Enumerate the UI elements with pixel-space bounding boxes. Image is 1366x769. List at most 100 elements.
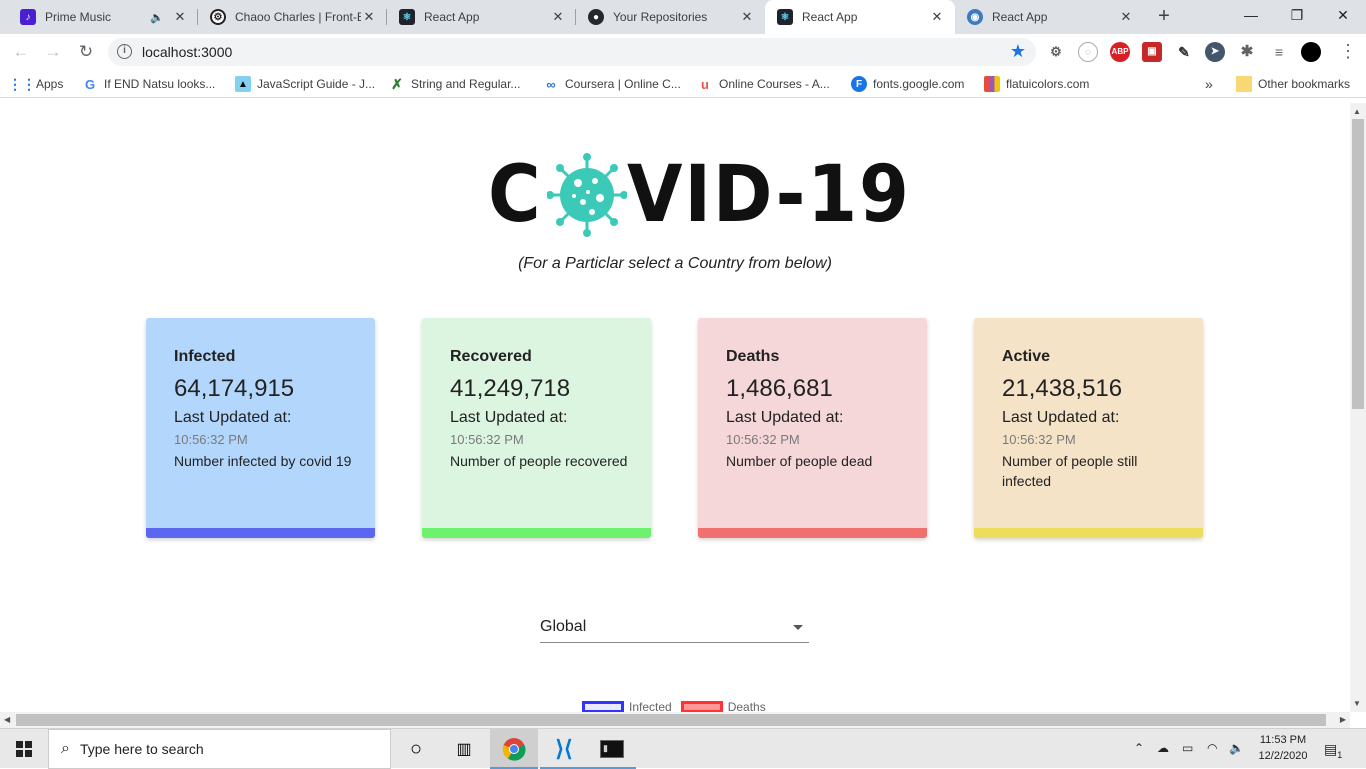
- onedrive-sync-icon[interactable]: ☁: [1157, 741, 1169, 755]
- card-label: Recovered: [450, 348, 532, 365]
- card-accent-bar: [974, 528, 1203, 538]
- url-text[interactable]: localhost:3000: [142, 44, 232, 60]
- cortana-icon[interactable]: ○: [392, 729, 440, 769]
- color-picker-icon[interactable]: ✎: [1174, 42, 1194, 62]
- tab-chaoo-charles[interactable]: ⚙ Chaoo Charles | Front-E ✕: [198, 0, 387, 34]
- card-description: Number of people dead: [726, 453, 873, 469]
- card-description: Number of people still infected: [1002, 453, 1138, 489]
- bookmark-natsu[interactable]: G If END Natsu looks...: [82, 75, 215, 93]
- card-value: 1,486,681: [726, 375, 833, 402]
- windows-start-icon[interactable]: [0, 729, 48, 769]
- bookmarks-overflow-button[interactable]: »: [1205, 75, 1213, 93]
- site-info-icon[interactable]: i: [117, 44, 132, 59]
- tab-prime-music[interactable]: ♪ Prime Music 🔈 ✕: [8, 0, 198, 34]
- card-updated-label: Last Updated at:: [1002, 409, 1120, 426]
- virus-icon: [547, 153, 628, 237]
- tab-title: Chaoo Charles | Front-E: [235, 10, 361, 24]
- back-arrow-icon[interactable]: ←: [9, 40, 33, 64]
- extension-cursor-icon[interactable]: ➤: [1205, 42, 1225, 62]
- close-tab-icon[interactable]: ✕: [739, 9, 755, 25]
- scroll-down-arrow-icon[interactable]: ▼: [1353, 699, 1361, 708]
- wifi-icon[interactable]: ◠: [1207, 741, 1217, 755]
- scroll-left-arrow-icon[interactable]: ◀: [4, 715, 10, 724]
- bookmark-label: Coursera | Online C...: [565, 77, 681, 91]
- scroll-right-arrow-icon[interactable]: ▶: [1340, 715, 1346, 724]
- notification-center-icon[interactable]: ▤1: [1324, 741, 1342, 760]
- new-tab-button[interactable]: +: [1152, 5, 1176, 29]
- mdn-icon: ▲: [235, 76, 251, 92]
- bookmark-string-regex[interactable]: ✗ String and Regular...: [389, 75, 520, 93]
- tab-react-app-3[interactable]: ◉ React App ✕: [955, 0, 1144, 34]
- close-tab-icon[interactable]: ✕: [929, 9, 945, 25]
- extension-circle-icon[interactable]: ◌: [1078, 42, 1098, 62]
- card-accent-bar: [146, 528, 375, 538]
- vertical-scrollbar[interactable]: ▲ ▼: [1350, 103, 1366, 712]
- dropdown-caret-icon[interactable]: [793, 625, 803, 630]
- vertical-scroll-thumb[interactable]: [1352, 119, 1364, 409]
- battery-icon[interactable]: ▭: [1182, 741, 1193, 755]
- close-tab-icon[interactable]: ✕: [550, 9, 566, 25]
- bookmarks-bar: ⋮⋮ Apps G If END Natsu looks... ▲ JavaSc…: [0, 70, 1366, 98]
- close-tab-icon[interactable]: ✕: [172, 9, 188, 25]
- tab-strip: ♪ Prime Music 🔈 ✕ ⚙ Chaoo Charles | Fron…: [0, 0, 1366, 34]
- task-view-icon[interactable]: ▥: [440, 729, 488, 769]
- tab-title: React App: [802, 10, 858, 24]
- card-description: Number of people recovered: [450, 453, 628, 469]
- browser-menu-icon[interactable]: ⋮: [1338, 42, 1358, 62]
- extensions-puzzle-icon[interactable]: ✱: [1237, 42, 1257, 62]
- country-select-value[interactable]: Global: [540, 618, 586, 636]
- clock-date: 12/2/2020: [1258, 750, 1308, 762]
- card-updated-label: Last Updated at:: [450, 409, 568, 426]
- bookmark-other[interactable]: Other bookmarks: [1236, 75, 1350, 93]
- extension-bike-icon[interactable]: ⚙: [1046, 42, 1066, 62]
- horizontal-scroll-thumb[interactable]: [16, 714, 1326, 726]
- search-icon: ⌕: [61, 740, 70, 757]
- system-clock[interactable]: 11:53 PM 12/2/2020: [1252, 732, 1314, 764]
- chaoo-charles-icon: ⚙: [210, 9, 226, 25]
- legend-item-infected[interactable]: Infected: [582, 700, 672, 712]
- bookmark-flatuicolors[interactable]: flatuicolors.com: [984, 75, 1089, 93]
- minimize-button[interactable]: —: [1228, 0, 1274, 32]
- bookmark-js-guide[interactable]: ▲ JavaScript Guide - J...: [235, 75, 375, 93]
- tray-chevron-icon[interactable]: ⌃: [1134, 741, 1144, 755]
- address-bar[interactable]: i localhost:3000 ★: [108, 38, 1036, 66]
- legend-item-deaths[interactable]: Deaths: [680, 700, 766, 712]
- prime-music-icon: ♪: [20, 9, 36, 25]
- media-queue-icon[interactable]: ≡: [1269, 42, 1289, 62]
- tab-react-app-1[interactable]: ⚛ React App ✕: [387, 0, 576, 34]
- tab-react-app-active[interactable]: ⚛ React App ✕: [765, 0, 955, 34]
- bookmark-udemy[interactable]: u Online Courses - A...: [697, 75, 830, 93]
- bookmark-coursera[interactable]: ∞ Coursera | Online C...: [543, 75, 681, 93]
- close-tab-icon[interactable]: ✕: [1118, 9, 1134, 25]
- volume-icon[interactable]: 🔈: [1229, 741, 1244, 755]
- speaker-icon[interactable]: 🔈: [150, 11, 164, 24]
- bookmark-label: fonts.google.com: [873, 77, 965, 91]
- chrome-taskbar-icon[interactable]: [490, 729, 538, 769]
- terminal-taskbar-icon[interactable]: ▮: [588, 729, 636, 769]
- legend-swatch: [582, 701, 624, 712]
- reload-icon[interactable]: ↻: [74, 40, 98, 64]
- x-icon: ✗: [391, 75, 403, 92]
- adblock-plus-icon[interactable]: ABP: [1110, 42, 1130, 62]
- logo-letter-c: C: [488, 150, 543, 240]
- taskbar-search-box[interactable]: ⌕ Type here to search: [48, 729, 391, 769]
- profile-avatar[interactable]: [1301, 42, 1321, 62]
- bookmark-star-icon[interactable]: ★: [1010, 41, 1026, 62]
- tab-title: Prime Music: [45, 10, 112, 24]
- horizontal-scrollbar[interactable]: ◀ ▶: [0, 712, 1350, 728]
- card-label: Active: [1002, 348, 1051, 365]
- tab-your-repositories[interactable]: ● Your Repositories ✕: [576, 0, 765, 34]
- bookmark-apps[interactable]: ⋮⋮ Apps: [8, 75, 63, 93]
- close-tab-icon[interactable]: ✕: [361, 9, 377, 25]
- close-window-button[interactable]: ✕: [1320, 0, 1366, 32]
- covid-logo: C VID-19: [488, 152, 936, 238]
- windows-taskbar: ⌕ Type here to search ○ ▥ ⟩⟨ ▮ ⌃ ☁ ▭ ◠ 🔈…: [0, 728, 1366, 769]
- scroll-up-arrow-icon[interactable]: ▲: [1353, 107, 1361, 116]
- forward-arrow-icon[interactable]: →: [41, 40, 65, 64]
- vscode-taskbar-icon[interactable]: ⟩⟨: [540, 729, 588, 769]
- restore-button[interactable]: ❐: [1274, 0, 1320, 32]
- flatui-icon: [984, 76, 1000, 92]
- country-select[interactable]: Global: [540, 610, 809, 643]
- extension-red-icon[interactable]: ▣: [1142, 42, 1162, 62]
- bookmark-google-fonts[interactable]: F fonts.google.com: [851, 75, 964, 93]
